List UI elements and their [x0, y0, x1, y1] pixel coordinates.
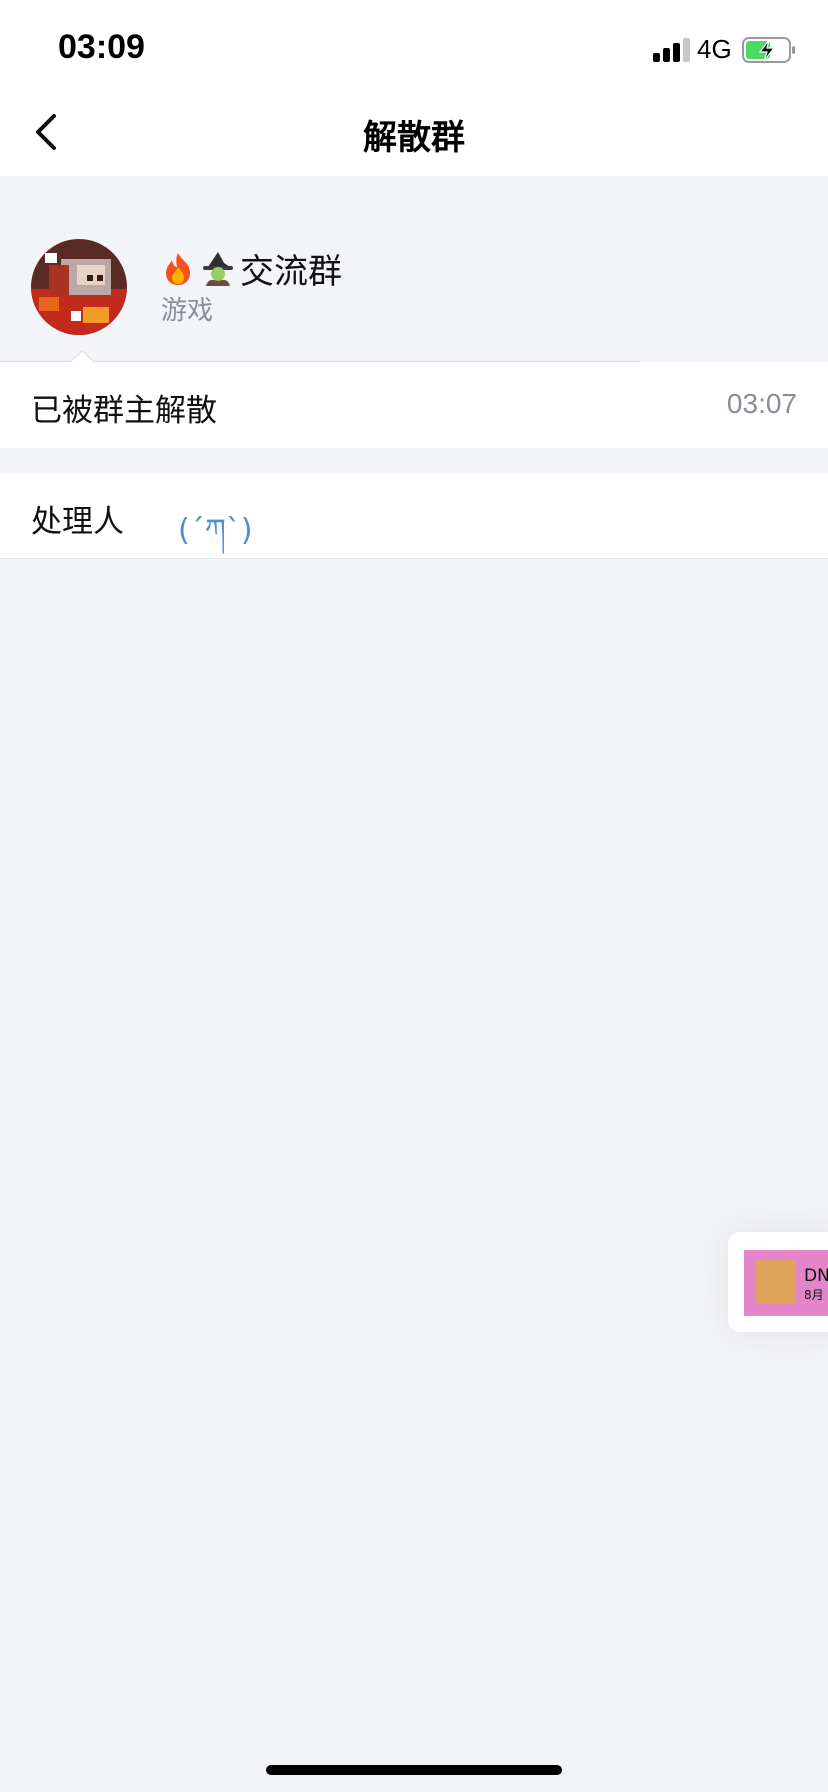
home-indicator[interactable]	[266, 1765, 562, 1775]
floating-subtitle: 8月	[804, 1288, 824, 1302]
page-title: 解散群	[363, 118, 465, 158]
dissolve-status-row: 已被群主解散 03:07	[0, 362, 828, 448]
handler-label: 处理人	[31, 504, 124, 540]
thumbnail-image	[756, 1260, 796, 1304]
group-avatar[interactable]	[31, 239, 127, 335]
status-time: 03:09	[58, 28, 145, 66]
group-category: 游戏	[161, 296, 214, 326]
group-name: 交流群	[160, 244, 342, 293]
handler-row[interactable]: 处理人 (´ཀ`)	[0, 473, 828, 559]
network-type: 4G	[697, 34, 732, 64]
dissolve-status-label: 已被群主解散	[31, 393, 217, 429]
witch-emoji-icon	[203, 252, 233, 286]
status-bar: 03:09 4G	[0, 0, 828, 88]
battery-charging-icon	[742, 37, 795, 63]
nav-bar: 解散群	[0, 88, 828, 176]
cellular-signal-icon	[653, 38, 691, 62]
fire-emoji-icon	[166, 253, 190, 285]
handler-name-link[interactable]: (´ཀ`)	[178, 497, 253, 581]
floating-window-card[interactable]: DN 8月	[728, 1232, 828, 1332]
dissolve-time: 03:07	[726, 388, 797, 419]
group-info-card[interactable]: 交流群 游戏	[0, 216, 828, 362]
floating-thumbnail: DN 8月	[744, 1250, 828, 1316]
floating-title: DN	[804, 1266, 828, 1286]
group-name-text: 交流群	[240, 252, 342, 292]
